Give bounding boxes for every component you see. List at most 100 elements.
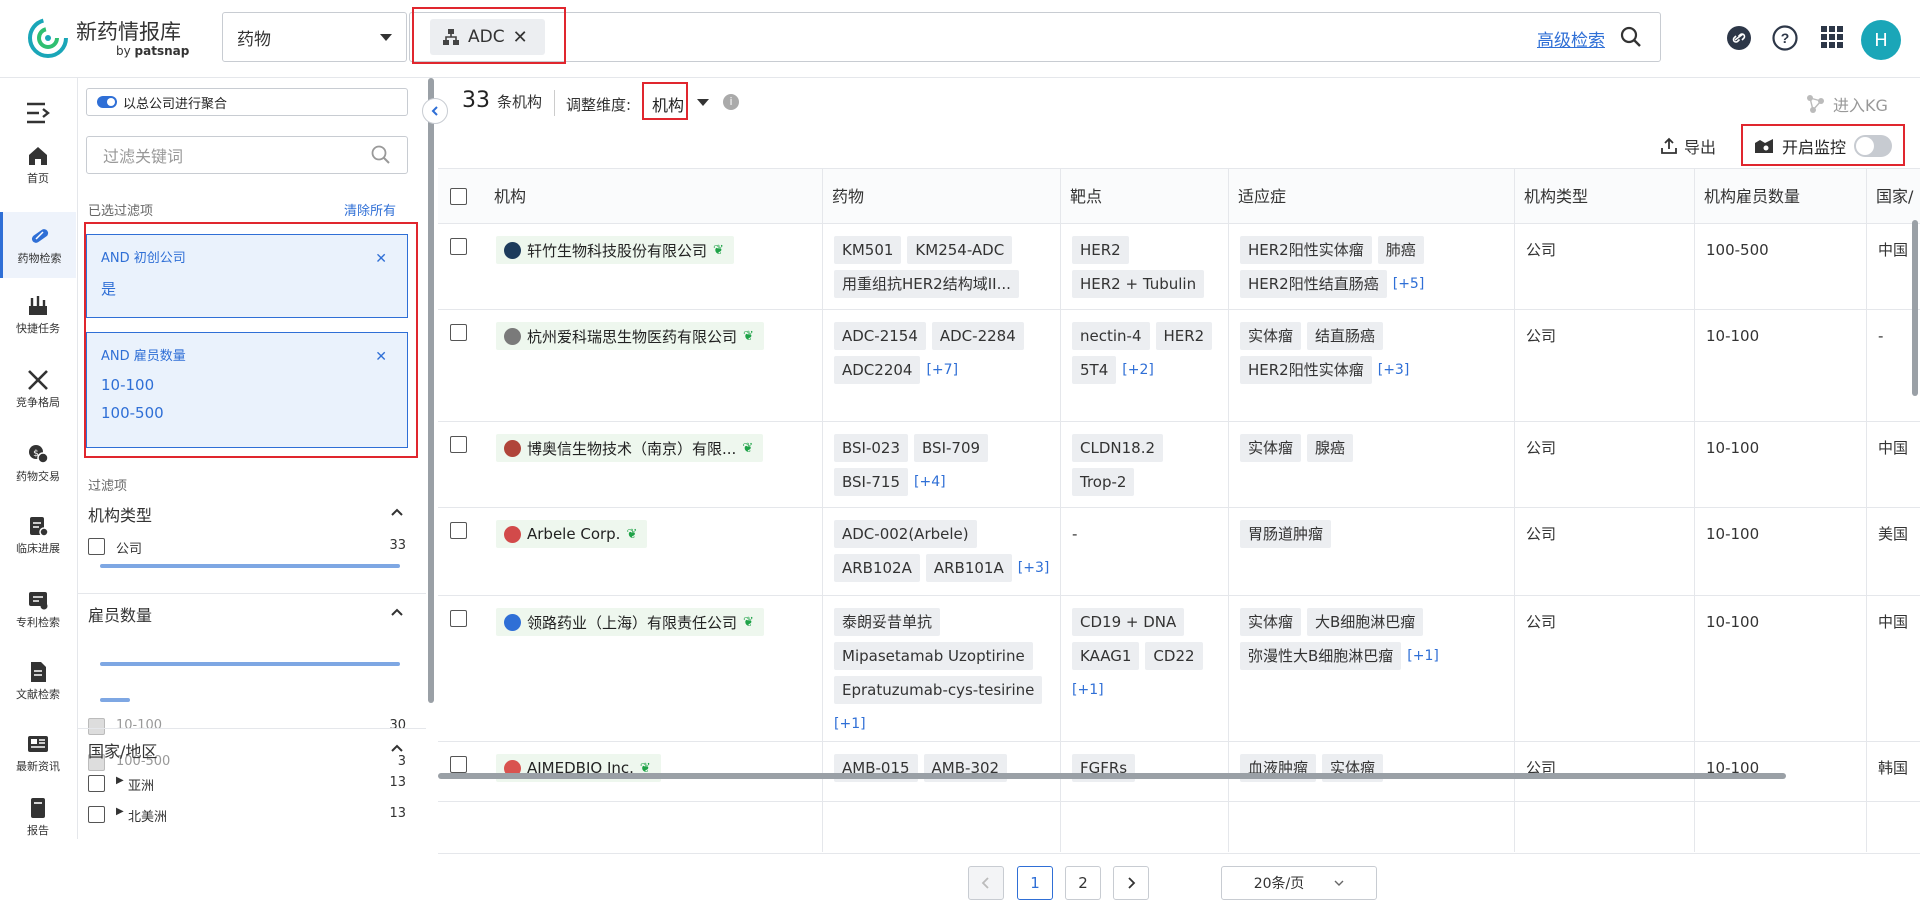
nav-item-report[interactable]: 报告 — [0, 796, 76, 838]
select-all-checkbox[interactable] — [450, 188, 467, 205]
caret-right-icon[interactable]: ▶ — [116, 806, 124, 817]
more-link[interactable]: [+1] — [1072, 676, 1104, 704]
more-link[interactable]: [+4] — [914, 468, 946, 496]
more-link[interactable]: [+1] — [834, 710, 866, 738]
targets-tag[interactable]: CD19 + DNA — [1072, 608, 1185, 636]
more-link[interactable]: [+3] — [1018, 554, 1050, 582]
more-link[interactable]: [+1] — [1407, 642, 1439, 670]
more-link[interactable]: [+3] — [1378, 356, 1410, 384]
search-chip[interactable]: ADC ✕ — [430, 19, 545, 55]
page-button-2[interactable]: 2 — [1065, 866, 1101, 900]
help-icon[interactable]: ? — [1772, 25, 1798, 51]
drugs-tag[interactable]: BSI-023 — [834, 434, 909, 462]
row-checkbox[interactable] — [450, 756, 467, 773]
page-size-select[interactable]: 20条/页 — [1221, 866, 1377, 900]
table-horizontal-scrollbar[interactable] — [438, 773, 1786, 779]
targets-tag[interactable]: nectin-4 — [1072, 322, 1150, 350]
table-row[interactable]: 领路药业（上海）有限责任公司 ❦ 泰朗妥昔单抗 Mipasetamab Uzoptir… — [438, 596, 1920, 742]
search-input[interactable] — [409, 12, 1661, 62]
targets-tag[interactable]: Trop-2 — [1072, 468, 1135, 496]
indications-tag[interactable]: 弥漫性大B细胞淋巴瘤 — [1240, 642, 1402, 670]
org-link[interactable]: 博奥信生物技术（南京）有限... ❦ — [496, 434, 764, 462]
next-page-button[interactable] — [1113, 866, 1149, 900]
indications-tag[interactable]: 实体瘤 — [1240, 608, 1302, 636]
org-link[interactable]: 轩竹生物科技股份有限公司 ❦ — [496, 236, 734, 264]
monitor-switch[interactable] — [1854, 135, 1893, 157]
column-header[interactable]: 药物 — [822, 169, 864, 225]
drugs-tag[interactable]: Mipasetamab Uzoptirine — [834, 642, 1033, 670]
filter-option[interactable]: 10-100 30 — [88, 718, 410, 735]
user-avatar[interactable]: H — [1861, 20, 1901, 60]
column-header[interactable]: 机构类型 — [1514, 169, 1588, 225]
column-header[interactable]: 机构雇员数量 — [1694, 169, 1800, 225]
drugs-tag[interactable]: 用重组抗HER2结构域II... — [834, 270, 1019, 298]
indications-tag[interactable]: HER2阳性结直肠癌 — [1240, 270, 1387, 298]
targets-tag[interactable]: HER2 — [1155, 322, 1213, 350]
more-link[interactable]: [+5] — [1393, 270, 1425, 298]
filter-keyword-input[interactable]: 过滤关键词 — [86, 136, 408, 174]
monitor-toggle[interactable]: 开启监控 — [1754, 134, 1893, 158]
option-checkbox[interactable] — [88, 718, 105, 735]
table-row[interactable]: 博奥信生物技术（南京）有限... ❦ BSI-023 BSI-709BSI-715 [+… — [438, 422, 1920, 508]
drugs-tag[interactable]: BSI-715 — [834, 468, 909, 496]
drugs-tag[interactable]: Epratuzumab-cys-tesirine — [834, 676, 1043, 704]
info-icon[interactable]: i — [723, 94, 739, 110]
drugs-tag[interactable]: ADC2204 — [834, 356, 921, 384]
caret-down-icon[interactable] — [697, 99, 709, 106]
filter-option[interactable]: 北美洲 ▶ 13 — [88, 806, 410, 825]
option-checkbox[interactable] — [88, 806, 105, 823]
more-link[interactable]: [+2] — [1122, 356, 1154, 384]
nav-item-swords[interactable]: 竞争格局 — [0, 368, 76, 410]
drugs-tag[interactable]: ARB101A — [925, 554, 1012, 582]
chevron-up-icon[interactable] — [390, 741, 404, 755]
column-header[interactable]: 机构 — [484, 169, 526, 225]
indications-tag[interactable]: 实体瘤 — [1240, 434, 1302, 462]
page-button-1[interactable]: 1 — [1017, 866, 1053, 900]
org-link[interactable]: 领路药业（上海）有限责任公司 ❦ — [496, 608, 764, 636]
targets-tag[interactable]: 5T4 — [1072, 356, 1117, 384]
nav-item-clinical[interactable]: 临床进展 — [0, 514, 76, 556]
filter-option[interactable]: 公司 33 — [88, 538, 410, 557]
chevron-up-icon[interactable] — [390, 505, 404, 519]
row-checkbox[interactable] — [450, 238, 467, 255]
targets-tag[interactable]: KAAG1 — [1072, 642, 1140, 670]
org-link[interactable]: Arbele Corp. ❦ — [496, 520, 648, 548]
indications-tag[interactable]: 胃肠道肿瘤 — [1240, 520, 1332, 548]
indications-tag[interactable]: HER2阳性实体瘤 — [1240, 356, 1372, 384]
table-row[interactable]: 轩竹生物科技股份有限公司 ❦ KM501 KM254-ADC 用重组抗HER2结构域II… — [438, 224, 1920, 310]
drugs-tag[interactable]: ADC-2284 — [931, 322, 1024, 350]
menu-collapse-icon[interactable] — [26, 102, 52, 124]
table-vertical-scrollbar[interactable] — [1912, 220, 1918, 396]
drugs-tag[interactable]: KM501 — [834, 236, 902, 264]
more-link[interactable]: [+7] — [926, 356, 958, 384]
drugs-tag[interactable]: KM254-ADC — [907, 236, 1013, 264]
chevron-up-icon[interactable] — [390, 605, 404, 619]
indications-tag[interactable]: 大B细胞淋巴瘤 — [1307, 608, 1424, 636]
row-checkbox[interactable] — [450, 610, 467, 627]
dimension-select[interactable]: 机构 — [652, 92, 684, 116]
option-checkbox[interactable] — [88, 538, 105, 555]
filter-scrollbar[interactable] — [428, 78, 434, 703]
filter-group-employees[interactable]: 雇员数量 — [88, 602, 410, 626]
apps-grid-icon[interactable] — [1820, 25, 1844, 49]
drugs-tag[interactable]: ARB102A — [834, 554, 920, 582]
nav-item-task[interactable]: 快捷任务 — [0, 294, 76, 336]
close-icon[interactable]: ✕ — [513, 27, 528, 48]
enter-kg-button[interactable]: 进入KG — [1805, 92, 1888, 116]
targets-tag[interactable]: CD22 — [1145, 642, 1203, 670]
indications-tag[interactable]: HER2阳性实体瘤 — [1240, 236, 1372, 264]
targets-tag[interactable]: HER2 — [1072, 236, 1129, 264]
indications-tag[interactable]: 结直肠癌 — [1307, 322, 1384, 350]
aggregate-switch[interactable] — [97, 96, 117, 108]
close-icon[interactable]: ✕ — [375, 349, 387, 365]
drugs-tag[interactable]: BSI-709 — [914, 434, 989, 462]
drugs-tag[interactable]: ADC-2154 — [834, 322, 926, 350]
row-checkbox[interactable] — [450, 324, 467, 341]
search-icon[interactable] — [1620, 26, 1642, 48]
column-header[interactable]: 国家/ — [1866, 169, 1913, 225]
prev-page-button[interactable] — [968, 866, 1004, 900]
indications-tag[interactable]: 肺癌 — [1377, 236, 1424, 264]
row-checkbox[interactable] — [450, 436, 467, 453]
drugs-tag[interactable]: 泰朗妥昔单抗 — [834, 608, 941, 636]
indications-tag[interactable]: 腺癌 — [1307, 434, 1354, 462]
